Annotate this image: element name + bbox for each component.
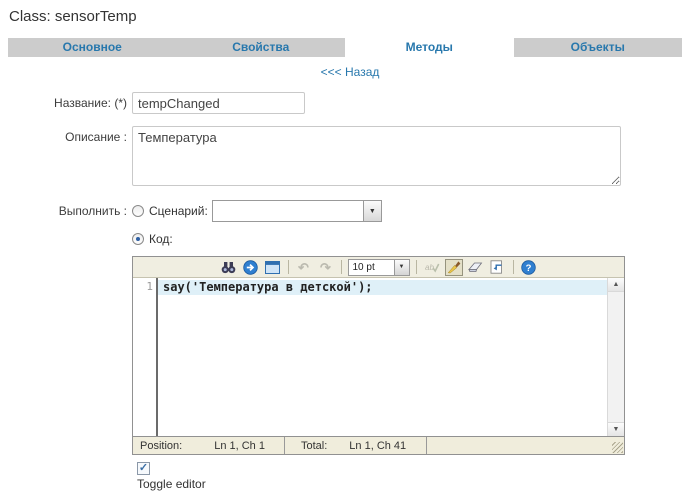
scenario-select-value [213,201,363,221]
highlight-icon[interactable] [445,259,463,276]
code-editor: ↶ ↷ 10 pt ▼ ab [132,256,625,455]
reset-highlight-icon[interactable] [467,259,485,276]
tab-osnovnoe[interactable]: Основное [8,38,177,57]
help-icon[interactable]: ? [520,259,538,276]
scenario-radio-label: Сценарий: [149,204,208,218]
vertical-scrollbar[interactable]: ▲ ▼ [607,278,624,436]
line-number-gutter: 1 [133,278,158,436]
svg-text:ab: ab [425,263,434,272]
editor-statusbar: Position: Ln 1, Ch 1 Total: Ln 1, Ch 41 [133,436,624,454]
toolbar-separator [416,260,417,274]
execute-label: Выполнить : [8,200,127,218]
tab-metody[interactable]: Методы [345,38,514,57]
font-size-dropdown-icon[interactable]: ▼ [394,260,409,275]
description-textarea[interactable]: Температура [132,126,621,186]
tab-obekty[interactable]: Объекты [514,38,683,57]
editor-code-area[interactable]: 1 say('Температура в детской'); ▲ ▼ [133,278,624,436]
search-icon[interactable] [220,259,238,276]
editor-resize-handle[interactable] [612,442,623,453]
font-size-select[interactable]: 10 pt ▼ [348,259,410,276]
scenario-radio[interactable] [132,205,144,217]
svg-text:?: ? [526,263,532,274]
toggle-editor-checkbox[interactable]: ✓ [137,462,150,475]
editor-toolbar: ↶ ↷ 10 pt ▼ ab [133,257,624,278]
word-wrap-icon[interactable] [489,259,507,276]
fullscreen-icon[interactable] [264,259,282,276]
line-number: 1 [146,280,153,293]
name-label: Название: (*) [8,92,127,110]
spellcheck-icon: ab [423,259,441,276]
scroll-up-icon[interactable]: ▲ [608,278,624,292]
name-input[interactable] [132,92,305,114]
undo-icon: ↶ [295,259,313,276]
back-link[interactable]: <<< Назад [321,65,380,79]
scroll-down-icon[interactable]: ▼ [608,422,624,436]
code-radio[interactable] [132,233,144,245]
position-value: Ln 1, Ch 1 [214,440,265,452]
description-label: Описание : [8,126,127,144]
code-radio-label: Код: [149,232,173,246]
total-label: Total: [301,440,327,452]
position-label: Position: [140,440,182,452]
page-title: Class: sensorTemp [9,8,692,25]
toolbar-separator [341,260,342,274]
scenario-select-dropdown-icon[interactable]: ▼ [363,201,381,221]
go-to-line-icon[interactable] [242,259,260,276]
tab-bar: Основное Свойства Методы Объекты [8,38,682,57]
toolbar-separator [513,260,514,274]
total-value: Ln 1, Ch 41 [349,440,406,452]
font-size-value: 10 pt [349,260,394,275]
tab-svoystva[interactable]: Свойства [177,38,346,57]
redo-icon: ↷ [317,259,335,276]
toggle-editor-label: Toggle editor [137,477,692,491]
scenario-select[interactable]: ▼ [212,200,382,222]
toolbar-separator [288,260,289,274]
code-line[interactable]: say('Температура в детской'); [158,280,607,295]
